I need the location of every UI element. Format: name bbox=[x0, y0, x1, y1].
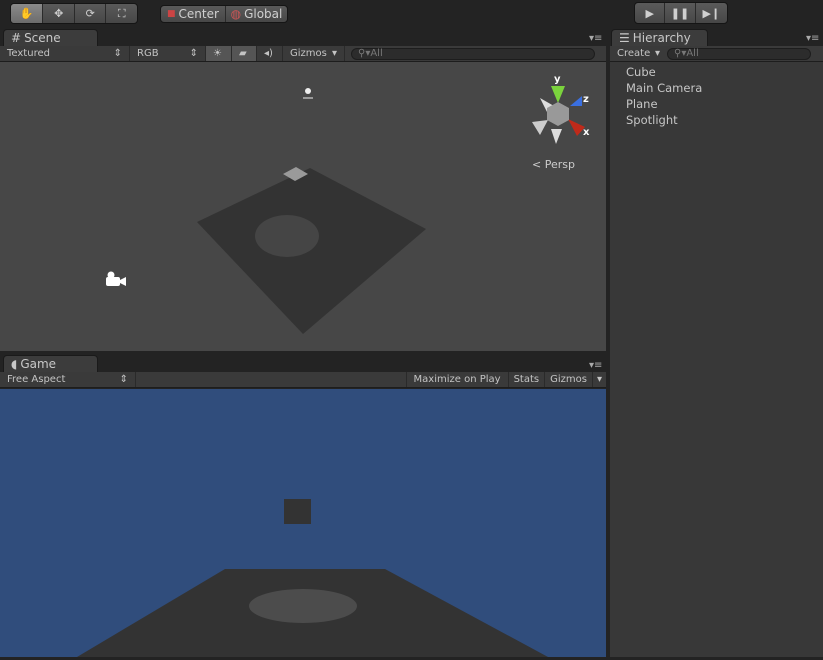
audio-toggle[interactable]: ◂) bbox=[257, 46, 283, 61]
updown-icon: ⇕ bbox=[119, 374, 128, 385]
create-label: Create bbox=[617, 48, 651, 59]
pivot-icon: ■ bbox=[167, 9, 176, 19]
search-placeholder: All bbox=[370, 48, 383, 59]
aspect-dropdown[interactable]: Free Aspect ⇕ bbox=[0, 372, 136, 387]
pause-icon: ❚❚ bbox=[670, 6, 690, 20]
stats-label: Stats bbox=[513, 374, 540, 385]
render-mode-dropdown[interactable]: RGB ⇕ bbox=[130, 46, 206, 61]
play-button[interactable]: ▶ bbox=[635, 3, 666, 23]
updown-icon: ⇕ bbox=[113, 48, 122, 59]
scene-gizmos-dropdown[interactable]: Gizmos ▾ bbox=[283, 46, 345, 61]
image-icon: ▰ bbox=[239, 48, 247, 59]
pause-button[interactable]: ❚❚ bbox=[665, 3, 696, 23]
plane bbox=[197, 168, 426, 334]
pacman-icon: ◖ bbox=[11, 357, 18, 371]
game-panel-menu-icon[interactable]: ▾≡ bbox=[589, 360, 602, 371]
game-gizmos-label: Gizmos bbox=[550, 374, 587, 385]
hierarchy-toolbar: Create ▾ ⚲▾ All bbox=[610, 46, 823, 62]
speaker-icon: ◂) bbox=[264, 48, 273, 59]
spotlight-glow bbox=[249, 589, 357, 623]
scale-tool-button[interactable]: ⛶ bbox=[106, 4, 137, 23]
scene-tab-label: Scene bbox=[24, 31, 61, 45]
light-icon bbox=[303, 88, 313, 99]
step-icon: ▶❙ bbox=[702, 6, 721, 20]
scene-toolbar: Textured ⇕ RGB ⇕ ☀ ▰ ◂) Gizmos ▾ ⚲▾ All bbox=[0, 46, 606, 62]
lighting-toggle[interactable]: ☀ bbox=[206, 46, 232, 61]
scene-canvas: y z x bbox=[106, 74, 590, 334]
tab-scene[interactable]: # Scene bbox=[3, 29, 98, 46]
aspect-label: Free Aspect bbox=[7, 374, 66, 385]
camera-icon bbox=[106, 271, 126, 286]
hierarchy-panel-menu-icon[interactable]: ▾≡ bbox=[806, 33, 819, 44]
axis-gizmo bbox=[532, 86, 585, 144]
hierarchy-tab-label: Hierarchy bbox=[632, 31, 691, 45]
maximize-on-play-toggle[interactable]: Maximize on Play bbox=[405, 372, 509, 387]
hierarchy-item-main-camera[interactable]: Main Camera bbox=[610, 80, 823, 96]
transform-tools: ✋ ✥ ⟳ ⛶ bbox=[10, 3, 138, 24]
game-tab-label: Game bbox=[20, 357, 57, 371]
pivot-center-button[interactable]: ■ Center bbox=[161, 6, 226, 22]
hand-tool-button[interactable]: ✋ bbox=[11, 4, 44, 23]
draw-mode-dropdown[interactable]: Textured ⇕ bbox=[0, 46, 130, 61]
projection-toggle[interactable]: < Persp bbox=[532, 158, 575, 171]
cube bbox=[284, 499, 311, 524]
maximize-label: Maximize on Play bbox=[413, 374, 501, 385]
spotlight-glow bbox=[255, 215, 319, 257]
hierarchy-item-spotlight[interactable]: Spotlight bbox=[610, 112, 823, 128]
axis-x-label: x bbox=[583, 127, 590, 138]
render-mode-label: RGB bbox=[137, 48, 159, 59]
scene-search-input[interactable]: ⚲▾ All bbox=[351, 47, 595, 60]
caret-icon: ▾ bbox=[654, 48, 660, 59]
globe-icon: ◍ bbox=[230, 7, 242, 21]
fx-toggle[interactable]: ▰ bbox=[232, 46, 257, 61]
updown-icon: ⇕ bbox=[189, 48, 198, 59]
hierarchy-panel-bg bbox=[610, 62, 823, 657]
gizmos-label: Gizmos bbox=[290, 48, 327, 59]
axis-z-label: z bbox=[583, 94, 589, 105]
hierarchy-list-icon: ☰ bbox=[619, 31, 630, 45]
tab-hierarchy[interactable]: ☰ Hierarchy bbox=[611, 29, 708, 46]
game-toolbar: Free Aspect ⇕ Maximize on Play Stats Gizm… bbox=[0, 372, 606, 388]
space-label: Global bbox=[244, 7, 283, 21]
scene-panel-menu-icon[interactable]: ▾≡ bbox=[589, 33, 602, 44]
game-gizmos-toggle[interactable]: Gizmos bbox=[545, 372, 593, 387]
grid-icon: # bbox=[11, 31, 22, 45]
projection-label: Persp bbox=[544, 158, 575, 171]
draw-mode-label: Textured bbox=[7, 48, 50, 59]
perspective-icon: < bbox=[532, 158, 542, 171]
caret-icon: ▾ bbox=[596, 374, 602, 385]
hand-icon: ✋ bbox=[19, 7, 34, 20]
scale-icon: ⛶ bbox=[117, 6, 126, 20]
hierarchy-search-input[interactable]: ⚲▾ All bbox=[667, 47, 811, 60]
game-gizmos-dropdown[interactable]: ▾ bbox=[593, 372, 606, 387]
sun-icon: ☀ bbox=[213, 48, 222, 59]
tab-game[interactable]: ◖ Game bbox=[3, 355, 98, 372]
rotate-icon: ⟳ bbox=[85, 7, 95, 20]
game-view[interactable] bbox=[0, 389, 606, 657]
space-global-button[interactable]: ◍ Global bbox=[226, 6, 287, 22]
rotate-tool-button[interactable]: ⟳ bbox=[75, 4, 107, 23]
axis-y-label: y bbox=[554, 74, 561, 85]
hierarchy-item-cube[interactable]: Cube bbox=[610, 64, 823, 80]
search-icon: ⚲▾ bbox=[358, 48, 371, 59]
caret-icon: ▾ bbox=[331, 48, 337, 59]
game-canvas bbox=[77, 499, 548, 657]
play-icon: ▶ bbox=[645, 6, 654, 20]
move-icon: ✥ bbox=[54, 7, 64, 20]
search-placeholder: All bbox=[686, 48, 699, 59]
step-button[interactable]: ▶❙ bbox=[696, 3, 727, 23]
pivot-toggles: ■ Center ◍ Global bbox=[160, 5, 288, 23]
pivot-label: Center bbox=[178, 7, 219, 21]
move-tool-button[interactable]: ✥ bbox=[43, 4, 75, 23]
search-icon: ⚲▾ bbox=[674, 48, 687, 59]
hierarchy-list: Cube Main Camera Plane Spotlight bbox=[610, 64, 823, 128]
hierarchy-item-plane[interactable]: Plane bbox=[610, 96, 823, 112]
stats-toggle[interactable]: Stats bbox=[509, 372, 546, 387]
create-dropdown[interactable]: Create ▾ bbox=[610, 46, 667, 61]
scene-view[interactable]: y z x < Persp bbox=[0, 62, 606, 351]
playback-controls: ▶ ❚❚ ▶❙ bbox=[634, 2, 728, 24]
